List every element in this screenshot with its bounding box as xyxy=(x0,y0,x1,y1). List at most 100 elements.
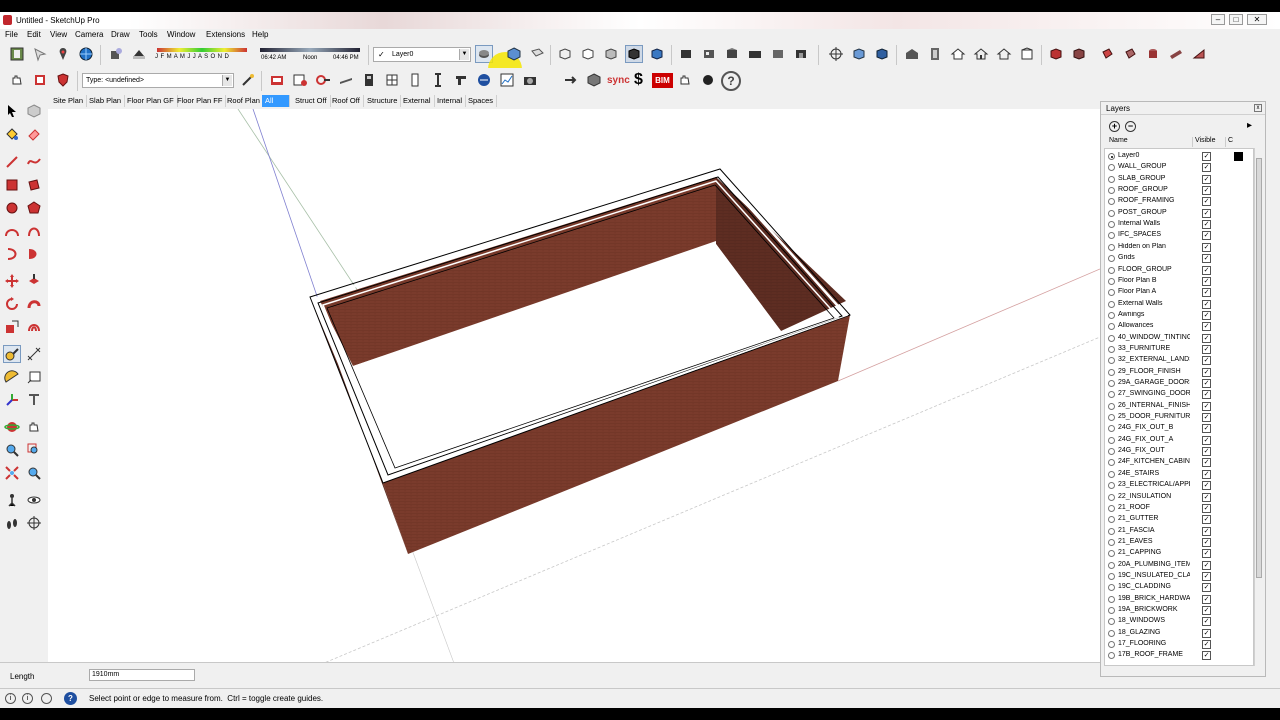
visible-checkbox[interactable]: ✓ xyxy=(1202,526,1211,536)
layer-name[interactable]: Hidden on Plan xyxy=(1118,243,1190,250)
visible-checkbox[interactable]: ✓ xyxy=(1202,356,1211,366)
visible-checkbox[interactable]: ✓ xyxy=(1202,628,1211,638)
layer-row[interactable]: ROOF_GROUP ✓ xyxy=(1105,185,1253,196)
visible-checkbox[interactable]: ✓ xyxy=(1202,435,1211,445)
paint-tool-icon[interactable] xyxy=(1121,45,1139,63)
current-layer-radio[interactable] xyxy=(1108,504,1115,512)
current-layer-radio[interactable] xyxy=(1108,572,1115,580)
layer-name[interactable]: Allowances xyxy=(1118,322,1190,329)
current-layer-radio[interactable] xyxy=(1108,175,1115,183)
menu-tools[interactable]: Tools xyxy=(139,30,158,39)
instructor-icon[interactable]: ? xyxy=(64,692,77,705)
layer-name[interactable]: 33_FURNITURE xyxy=(1118,345,1190,352)
offset-icon[interactable] xyxy=(25,318,43,336)
layer-name[interactable]: 25_DOOR_FURNITUR xyxy=(1118,413,1190,420)
visible-checkbox[interactable]: ✓ xyxy=(1202,288,1211,298)
arc-2-icon[interactable] xyxy=(25,222,43,240)
house-icon[interactable] xyxy=(949,45,967,63)
layer-row[interactable]: 21_CAPPING ✓ xyxy=(1105,548,1253,559)
component-icon-2[interactable] xyxy=(700,45,718,63)
visible-checkbox[interactable]: ✓ xyxy=(1202,458,1211,468)
rotate-icon[interactable] xyxy=(3,295,21,313)
current-layer-radio[interactable] xyxy=(1108,289,1115,297)
col-color-header[interactable]: C xyxy=(1225,137,1233,147)
line-tool-icon[interactable] xyxy=(3,153,21,171)
column-icon[interactable] xyxy=(429,71,447,89)
visible-checkbox[interactable]: ✓ xyxy=(1202,560,1211,570)
visible-checkbox[interactable]: ✓ xyxy=(1202,651,1211,661)
current-layer-radio[interactable] xyxy=(1108,266,1115,274)
layer-row[interactable]: 21_GUTTER ✓ xyxy=(1105,514,1253,525)
layer-row[interactable]: 18_WINDOWS ✓ xyxy=(1105,616,1253,627)
bim-tool-7-icon[interactable] xyxy=(406,71,424,89)
current-layer-radio[interactable] xyxy=(1108,470,1115,478)
remove-layer-button[interactable]: − xyxy=(1125,121,1136,132)
house-2-icon[interactable] xyxy=(972,45,990,63)
three-point-arc-icon[interactable] xyxy=(3,245,21,263)
circle-icon[interactable] xyxy=(3,199,21,217)
shadow-time-slider[interactable]: 06:42 AM Noon 04:46 PM xyxy=(258,46,363,63)
current-layer-radio[interactable] xyxy=(1108,584,1115,592)
layer-row[interactable]: 32_EXTERNAL_LANDS ✓ xyxy=(1105,355,1253,366)
visible-checkbox[interactable]: ✓ xyxy=(1202,606,1211,615)
type-dropdown[interactable]: Type: <undefined> ▼ xyxy=(82,73,234,88)
layer-name[interactable]: Internal Walls xyxy=(1118,220,1190,227)
layer-row[interactable]: 21_FASCIA ✓ xyxy=(1105,526,1253,537)
col-name-header[interactable]: Name xyxy=(1109,137,1128,147)
section-plane-icon[interactable] xyxy=(827,45,845,63)
bim-tool-1-icon[interactable] xyxy=(268,71,286,89)
visible-checkbox[interactable]: ✓ xyxy=(1202,503,1211,513)
beam-icon[interactable] xyxy=(452,71,470,89)
layer-name[interactable]: 23_ELECTRICAL/APPL xyxy=(1118,481,1190,488)
tab-external[interactable]: External xyxy=(400,95,435,107)
current-layer-radio[interactable] xyxy=(1108,300,1115,308)
current-layer-radio[interactable] xyxy=(1108,550,1115,558)
tab-spaces[interactable]: Spaces xyxy=(465,95,498,107)
current-layer-radio[interactable] xyxy=(1108,153,1115,160)
walk-icon[interactable] xyxy=(3,514,21,532)
paint-bucket-icon[interactable] xyxy=(3,125,21,143)
model-canvas[interactable] xyxy=(48,109,1100,674)
scale-icon[interactable] xyxy=(3,318,21,336)
house-outline-icon[interactable] xyxy=(995,45,1013,63)
pan-icon[interactable] xyxy=(25,418,43,436)
menu-window[interactable]: Window xyxy=(167,30,195,39)
wedge-icon[interactable] xyxy=(1190,45,1208,63)
section-plane-tool-icon[interactable] xyxy=(25,514,43,532)
current-layer-radio[interactable] xyxy=(1108,357,1115,365)
current-layer-radio[interactable] xyxy=(1108,255,1115,263)
visible-checkbox[interactable]: ✓ xyxy=(1202,174,1211,184)
layer-name[interactable]: Layer0 xyxy=(1118,152,1190,159)
iso-view-icon[interactable] xyxy=(505,45,523,63)
visible-checkbox[interactable]: ✓ xyxy=(1202,299,1211,309)
current-layer-radio[interactable] xyxy=(1108,187,1115,195)
geolocation-icon[interactable]: i xyxy=(5,693,16,704)
section-display-icon[interactable] xyxy=(850,45,868,63)
visible-checkbox[interactable]: ✓ xyxy=(1202,276,1211,286)
layer-row[interactable]: POST_GROUP ✓ xyxy=(1105,208,1253,219)
current-layer-radio[interactable] xyxy=(1108,402,1115,410)
component-icon-5[interactable] xyxy=(769,45,787,63)
pointer-arrow-icon[interactable] xyxy=(31,45,49,63)
layer-name[interactable]: Grids xyxy=(1118,254,1190,261)
layer-row[interactable]: 19C_INSULATED_CLA ✓ xyxy=(1105,571,1253,582)
layer-name[interactable]: 17_FLOORING xyxy=(1118,640,1190,647)
current-layer-radio[interactable] xyxy=(1108,198,1115,206)
layer-name[interactable]: 19C_INSULATED_CLA xyxy=(1118,572,1190,579)
visible-checkbox[interactable]: ✓ xyxy=(1202,583,1211,593)
3d-text-icon[interactable] xyxy=(25,391,43,409)
visible-checkbox[interactable]: ✓ xyxy=(1202,481,1211,491)
layer-name[interactable]: 24G_FIX_OUT_A xyxy=(1118,436,1190,443)
maximize-button[interactable]: □ xyxy=(1229,14,1243,25)
visible-checkbox[interactable]: ✓ xyxy=(1202,208,1211,218)
zoom-extents-icon[interactable] xyxy=(3,464,21,482)
textured-style-icon[interactable] xyxy=(625,45,643,63)
layer-name[interactable]: 19A_BRICKWORK xyxy=(1118,606,1190,613)
layer-row[interactable]: Awnings ✓ xyxy=(1105,310,1253,321)
visible-checkbox[interactable]: ✓ xyxy=(1202,413,1211,423)
close-button[interactable]: ✕ xyxy=(1247,14,1267,25)
layer-row[interactable]: Layer0 ✓ xyxy=(1105,151,1253,162)
layer-name[interactable]: 19C_CLADDING xyxy=(1118,583,1190,590)
layer-row[interactable]: SLAB_GROUP ✓ xyxy=(1105,174,1253,185)
current-layer-radio[interactable] xyxy=(1108,380,1115,387)
